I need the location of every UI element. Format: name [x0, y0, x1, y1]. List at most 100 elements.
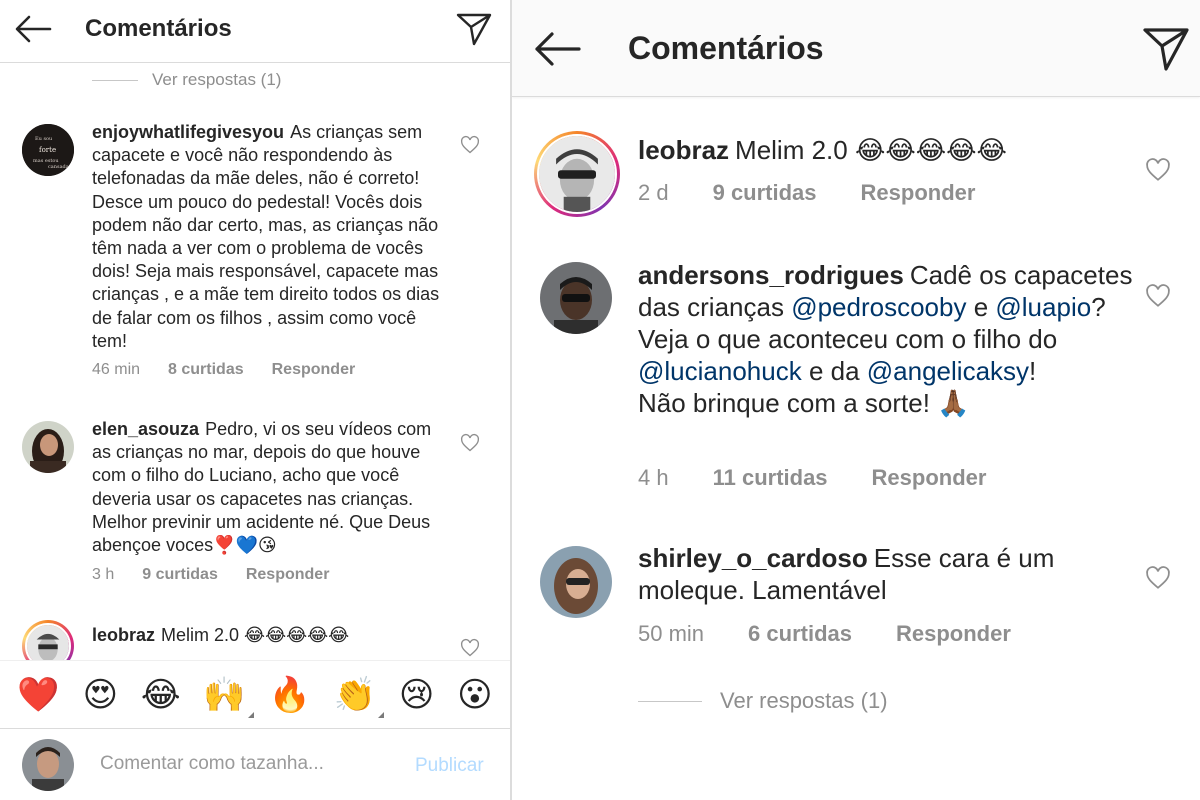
view-replies-link[interactable]: Ver respostas (1): [638, 688, 888, 714]
skin-tone-indicator: [378, 711, 385, 718]
back-arrow-icon[interactable]: [14, 14, 52, 44]
comment-likes[interactable]: 9 curtidas: [713, 180, 817, 206]
avatar: [537, 134, 617, 214]
avatar[interactable]: [540, 546, 612, 618]
view-replies-label: Ver respostas (1): [152, 70, 282, 89]
right-comments-screen: Comentários leobrazMelim 2.0 😂😂😂😂😂 2 d: [512, 0, 1200, 800]
avatar[interactable]: [540, 262, 612, 334]
heart-outline-icon[interactable]: [460, 135, 480, 155]
skin-tone-indicator: [247, 711, 254, 718]
comment-likes[interactable]: 6 curtidas: [748, 621, 852, 647]
tears-of-joy-emoji[interactable]: 😂: [141, 678, 181, 712]
comment-text: Melim 2.0 😂😂😂😂😂: [735, 135, 1007, 165]
heart-outline-icon[interactable]: [1145, 283, 1171, 309]
heart-outline-icon[interactable]: [460, 433, 480, 453]
comment-text-part: !: [1029, 356, 1037, 386]
comment-likes[interactable]: 11 curtidas: [713, 465, 828, 491]
view-replies-link[interactable]: Ver respostas (1): [92, 70, 281, 90]
red-heart-emoji[interactable]: ❤️: [17, 678, 59, 712]
avatar-photo: [22, 421, 74, 473]
heart-outline-icon[interactable]: [1145, 565, 1171, 591]
comment-time: 50 min: [638, 621, 705, 646]
comment-meta: 50 min 6 curtidas Responder: [638, 621, 1055, 647]
comment-username[interactable]: leobraz: [638, 135, 729, 165]
avatar-photo: [540, 262, 612, 334]
replies-divider-line: [92, 79, 138, 81]
direct-send-icon[interactable]: [456, 12, 492, 46]
mention-link[interactable]: @angelicaksy: [867, 356, 1029, 386]
avatar-photo: [539, 136, 615, 212]
avatar-story-ring[interactable]: [534, 131, 620, 217]
comment-meta: 4 h 11 curtidas Responder: [638, 465, 1030, 491]
emoji-quick-bar: ❤️ 😍 😂 🙌 🔥 👏 😢 😮: [0, 660, 510, 728]
raising-hands-emoji[interactable]: 🙌: [203, 675, 254, 718]
avatar-text-2: forte: [39, 146, 56, 154]
reply-button[interactable]: Responder: [272, 361, 356, 379]
comment-text: Melim 2.0 😂😂😂😂😂: [161, 625, 350, 645]
comment-username[interactable]: leobraz: [92, 625, 155, 645]
comment-meta: 3 h 9 curtidas Responder: [92, 566, 357, 584]
avatar-quote-image: Eu sou forte mas estou cansada: [22, 124, 74, 176]
avatar[interactable]: [22, 421, 74, 473]
direct-send-icon[interactable]: [1142, 26, 1190, 72]
reply-button[interactable]: Responder: [861, 180, 976, 206]
comment-time: 46 min: [92, 361, 141, 378]
comment-meta: 2 d 9 curtidas Responder: [638, 180, 1019, 206]
comments-header: Comentários: [512, 0, 1200, 97]
mention-link[interactable]: @luapio: [995, 292, 1091, 322]
comment-likes[interactable]: 9 curtidas: [142, 566, 218, 584]
comment-meta: 46 min 8 curtidas Responder: [92, 361, 383, 379]
reply-button[interactable]: Responder: [246, 566, 330, 584]
heart-outline-icon[interactable]: [460, 638, 480, 658]
back-arrow-icon[interactable]: [532, 30, 582, 68]
comment-body: elen_asouza Pedro, vi os seu vídeos com a…: [92, 418, 448, 557]
comment-body: leobraz Melim 2.0 😂😂😂😂😂: [638, 134, 1148, 166]
mention-link[interactable]: @lucianohuck: [638, 356, 802, 386]
comment-username[interactable]: enjoywhatlifegivesyou: [92, 122, 284, 142]
comment-likes[interactable]: 8 curtidas: [168, 361, 244, 379]
comment-body: enjoywhatlifegivesyou As crianças sem cap…: [92, 121, 448, 353]
comments-header: Comentários: [0, 0, 510, 63]
comment-time: 2 d: [638, 180, 669, 205]
comment-text-part: Não brinque com a sorte! 🙏🏾: [638, 388, 970, 418]
avatar-text-4: cansada: [48, 164, 69, 170]
comment-text-part: ?: [1091, 292, 1106, 322]
fire-emoji[interactable]: 🔥: [269, 678, 311, 712]
comment-username[interactable]: shirley_o_cardoso: [638, 543, 868, 573]
comment-body: leobraz Melim 2.0 😂😂😂😂😂: [92, 624, 448, 647]
comment-input[interactable]: [100, 753, 400, 775]
comment-time: 4 h: [638, 465, 669, 490]
reply-button[interactable]: Responder: [896, 621, 1011, 647]
comment-body: andersons_rodrigues Cadê os capacetes das…: [638, 259, 1148, 419]
avatar[interactable]: Eu sou forte mas estou cansada: [22, 124, 74, 176]
view-replies-label: Ver respostas (1): [720, 688, 888, 713]
avatar-photo: [22, 739, 74, 791]
heart-outline-icon[interactable]: [1145, 157, 1171, 183]
current-user-avatar: [22, 739, 74, 791]
crying-face-emoji[interactable]: 😢: [399, 678, 434, 712]
page-title: Comentários: [628, 30, 824, 66]
comment-username[interactable]: elen_asouza: [92, 419, 199, 439]
reply-button[interactable]: Responder: [872, 465, 987, 491]
comment-composer: Publicar: [0, 728, 510, 800]
clapping-hands-glyph: 👏: [333, 675, 377, 714]
comment-text-part: Veja o que aconteceu com o filho do: [638, 324, 1058, 354]
comment-text: Pedro, vi os seu vídeos com as crianças …: [92, 419, 432, 556]
comment-time: 3 h: [92, 566, 115, 583]
raising-hands-glyph: 🙌: [203, 675, 246, 714]
comment-text: As crianças sem capacete e você não resp…: [92, 122, 440, 351]
comment-body: shirley_o_cardoso Esse cara é um moleque.…: [638, 542, 1148, 606]
surprised-face-emoji[interactable]: 😮: [457, 678, 492, 712]
heart-eyes-emoji[interactable]: 😍: [83, 678, 118, 712]
comment-text-part: e da: [801, 356, 867, 386]
page-title: Comentários: [85, 15, 232, 42]
avatar-text-1: Eu sou: [35, 136, 53, 142]
mention-link[interactable]: @pedroscooby: [791, 292, 966, 322]
clapping-hands-emoji[interactable]: 👏: [333, 675, 385, 718]
comment-text-part: e: [966, 292, 996, 322]
replies-divider-line: [638, 700, 702, 702]
publish-button[interactable]: Publicar: [415, 755, 484, 777]
avatar-photo: [540, 546, 612, 618]
left-comments-screen: Comentários Ver respostas (1) Eu sou for…: [0, 0, 510, 800]
comment-username[interactable]: andersons_rodrigues: [638, 260, 904, 290]
